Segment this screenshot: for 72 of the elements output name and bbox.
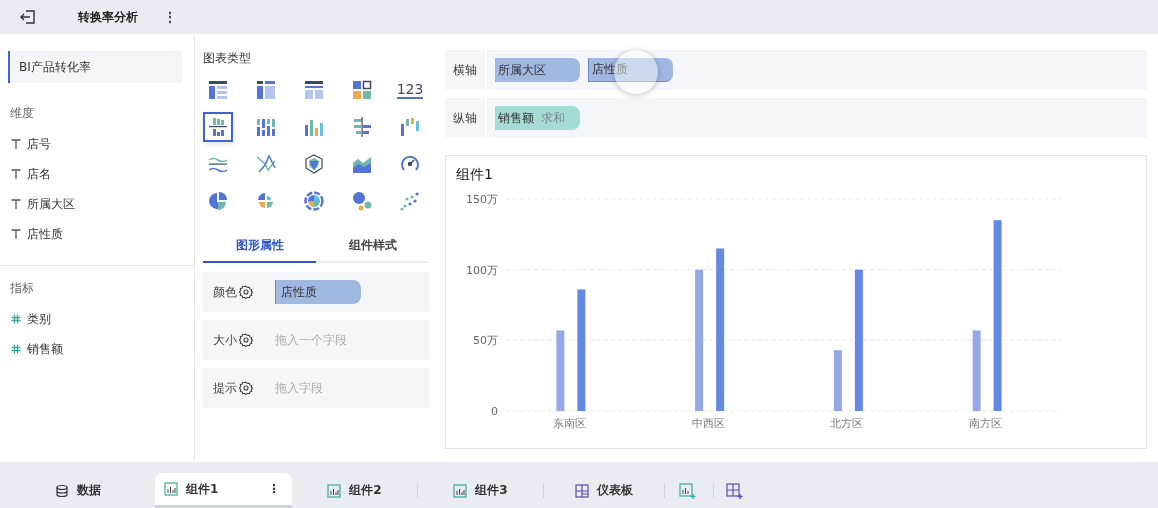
axis-label: 纵轴	[445, 98, 487, 138]
field-item[interactable]: 销售额	[0, 334, 194, 364]
database-icon	[54, 483, 69, 498]
field-pill[interactable]: 销售额 求和	[495, 106, 580, 130]
x-tick-label: 中西区	[691, 417, 725, 430]
y-tick-label: 150万	[466, 193, 498, 206]
sunburst-chart-icon[interactable]	[303, 190, 325, 212]
pie-chart-icon[interactable]	[207, 190, 229, 212]
field-item[interactable]: 店性质	[0, 219, 194, 249]
add-dashboard-button[interactable]	[726, 482, 744, 500]
field-item[interactable]: 所属大区	[0, 189, 194, 219]
field-pill[interactable]: 店性质	[275, 280, 361, 304]
report-title: 转换率分析	[78, 8, 138, 26]
section-heading: 指标	[9, 280, 35, 297]
text-type-icon	[11, 169, 21, 179]
x-tick-label: 东南区	[552, 417, 586, 430]
sheet-tab[interactable]: 数据	[0, 473, 155, 508]
detail-table-chart-icon[interactable]	[207, 79, 229, 101]
property-tab[interactable]: 组件样式	[316, 229, 429, 263]
x-tick-label: 南方区	[969, 417, 1003, 430]
number-chart-button[interactable]: 123	[395, 75, 425, 105]
bubble-chart-icon[interactable]	[351, 190, 373, 212]
section-heading: 图表类型	[203, 50, 252, 67]
group-table-chart-icon[interactable]	[255, 79, 277, 101]
property-tab[interactable]: 图形属性	[203, 229, 316, 263]
dataset-item[interactable]: BI产品转化率	[8, 51, 182, 83]
sheet-tab[interactable]: 组件3	[418, 473, 543, 508]
aggregate-label: 求和	[541, 109, 565, 127]
diverging-bar-chart-icon[interactable]	[351, 116, 373, 138]
dashboard-icon	[575, 483, 589, 498]
radar-chart-icon[interactable]	[303, 153, 325, 175]
field-item[interactable]: 类别	[0, 304, 194, 334]
hash-icon	[11, 344, 21, 354]
field-item[interactable]: 店号	[0, 129, 194, 159]
exit-icon[interactable]	[20, 9, 36, 25]
sheet-tab[interactable]: 组件2	[292, 473, 417, 508]
field-pill[interactable]: 店性质	[588, 58, 673, 82]
chart-title: 组件1	[456, 166, 494, 184]
more-menu-button[interactable]: ⋮	[158, 9, 182, 25]
settings-icon[interactable]	[239, 333, 253, 347]
sheet-tab[interactable]: 仪表板	[544, 473, 664, 508]
settings-icon[interactable]	[239, 285, 253, 299]
text-type-icon	[11, 199, 21, 209]
add-dashboard-icon	[726, 482, 744, 500]
more-menu-icon[interactable]: ⋮	[268, 482, 280, 496]
y-tick-label: 100万	[466, 263, 498, 277]
y-tick-label: 50万	[473, 334, 498, 348]
x-tick-label: 北方区	[830, 417, 864, 430]
y-tick-label: 0	[491, 405, 498, 418]
chart-icon	[164, 482, 178, 496]
range-bar-chart-icon[interactable]	[399, 116, 421, 138]
field-item[interactable]: 店名	[0, 159, 194, 189]
settings-icon[interactable]	[239, 381, 253, 395]
property-label: 提示	[213, 379, 238, 397]
axis-label: 横轴	[445, 50, 487, 90]
section-heading: 维度	[9, 105, 35, 122]
stacked-bar-chart-icon[interactable]	[255, 116, 277, 138]
add-component-button[interactable]	[679, 482, 697, 500]
text-type-icon	[11, 229, 21, 239]
hash-icon	[11, 314, 21, 324]
property-label: 颜色	[213, 283, 238, 301]
add-chart-icon	[679, 482, 697, 500]
text-type-icon	[11, 139, 21, 149]
cross-line-chart-icon[interactable]	[255, 153, 277, 175]
field-pill[interactable]: 所属大区	[495, 58, 580, 82]
chart-icon	[453, 483, 468, 498]
tiles-chart-icon[interactable]	[351, 79, 373, 101]
scatter-chart-icon[interactable]	[399, 190, 421, 212]
chart-icon	[327, 483, 342, 498]
property-label: 大小	[213, 331, 238, 349]
cross-table-chart-icon[interactable]	[303, 79, 325, 101]
sheet-tab[interactable]: 组件1 ⋮	[155, 473, 292, 508]
